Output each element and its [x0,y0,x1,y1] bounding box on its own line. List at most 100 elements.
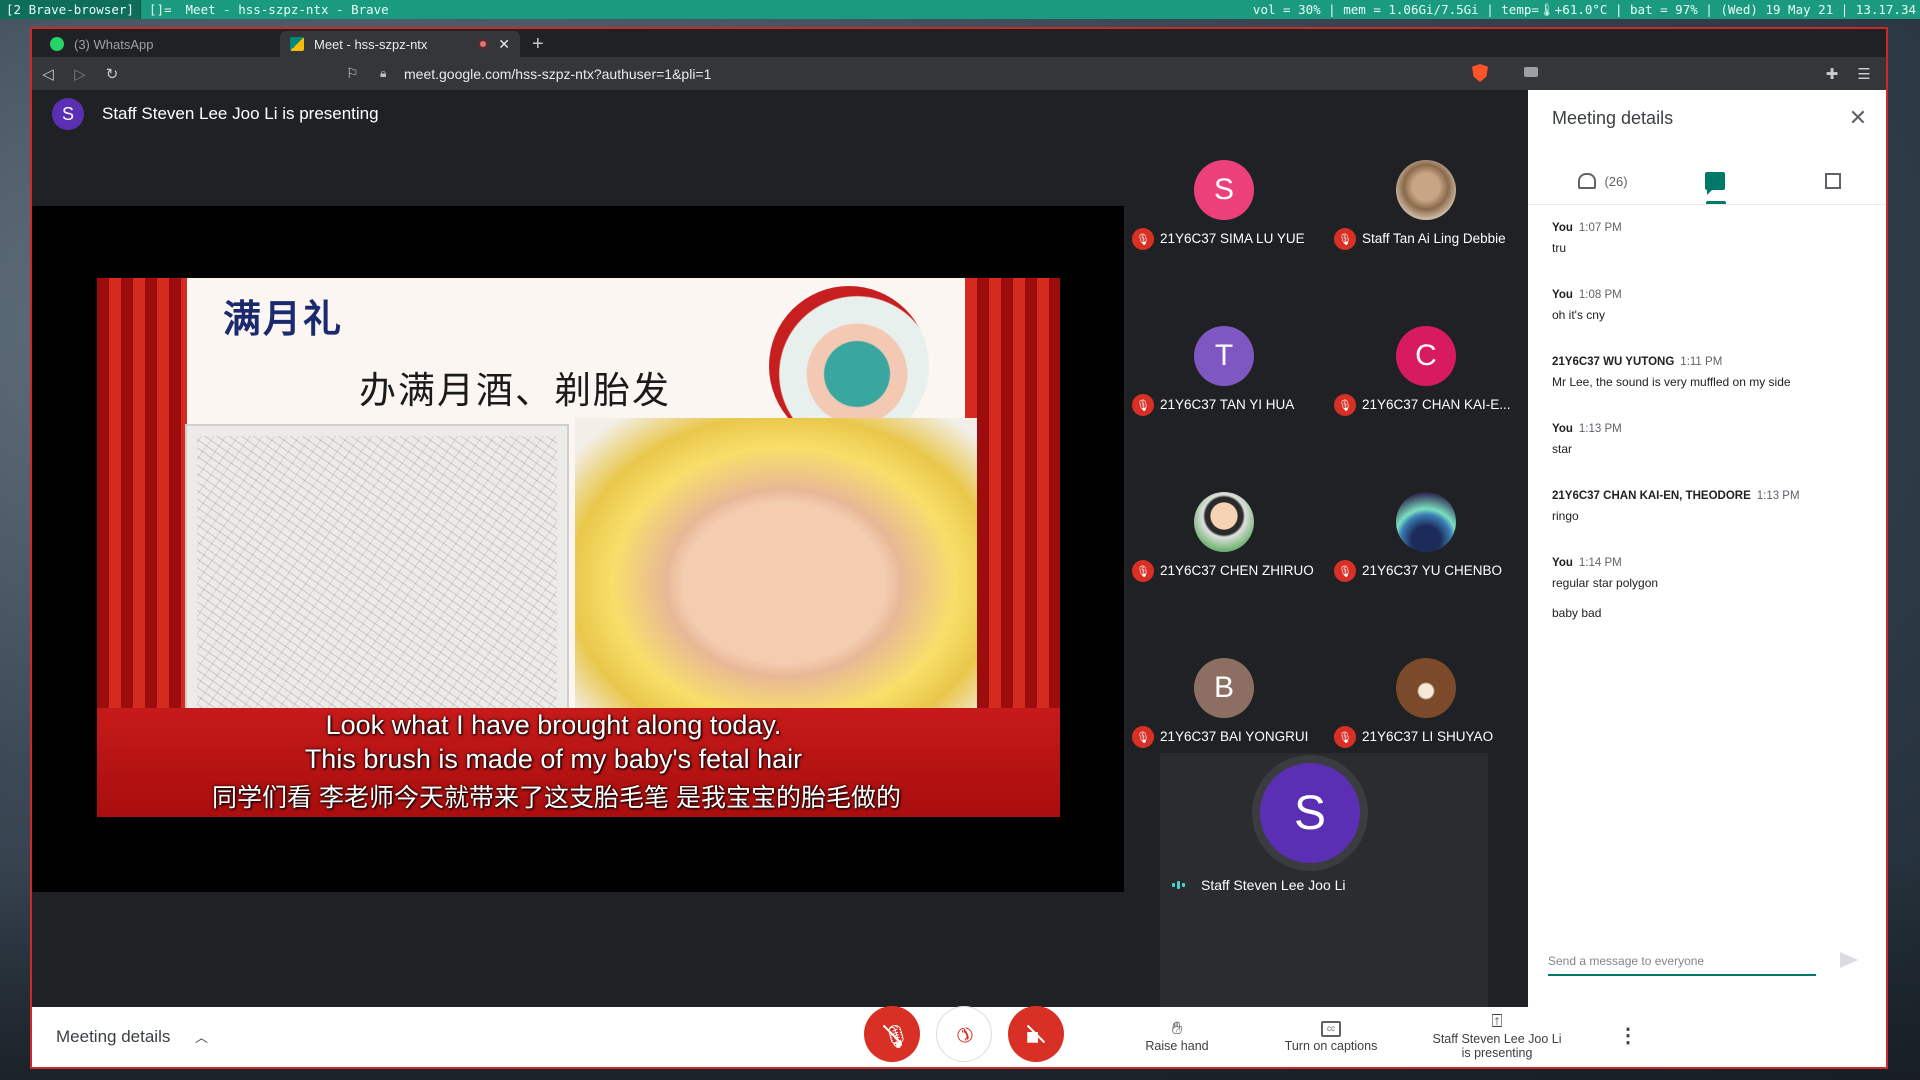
presentation-area[interactable]: 满月礼 办满月酒、剃胎发 Look what I have brought al… [32,206,1124,892]
self-tile[interactable]: S Staff Steven Lee Joo Li [1160,753,1488,1007]
menu-icon[interactable]: ☰ [1848,57,1880,90]
cat-avatar [1396,160,1456,220]
participant-name: 21Y6C37 CHEN ZHIRUO [1160,563,1314,578]
muted-mic-icon: 🎙︎ [1132,560,1154,582]
tab-meet[interactable]: Meet - hss-szpz-ntx ✕ [280,31,520,57]
send-icon[interactable] [1840,952,1858,968]
bear-avatar [1396,658,1456,718]
avatar: C [1396,326,1456,386]
captions-icon: cc [1321,1021,1341,1038]
muted-mic-icon: 🎙︎ [1334,394,1356,416]
chevron-up-icon[interactable]: ︿ [195,1027,208,1046]
participant-name: 21Y6C37 SIMA LU YUE [1160,231,1305,246]
participant-name: 21Y6C37 LI SHUYAO [1362,729,1494,744]
phone-hangup-icon: ✆ [949,1019,978,1048]
lock-icon[interactable]: 🔒︎ [380,66,394,81]
msg-sender: You [1552,222,1573,234]
browser-window: (3) WhatsApp Meet - hss-szpz-ntx ✕ + ◁ ▷… [30,27,1888,1069]
participant-tile[interactable]: 🎙︎ Staff Tan Ai Ling Debbie [1326,138,1526,303]
chat-message: 21Y6C37 WU YUTONG 1:11 PM Mr Lee, the sou… [1552,354,1872,390]
panel-title: Meeting details [1552,108,1674,128]
bookmark-icon[interactable]: ⚐ [346,65,359,82]
chat-message: You 1:14 PM regular star polygon baby bad [1552,555,1658,621]
participant-name: 21Y6C37 TAN YI HUA [1160,397,1295,412]
participant-tile[interactable]: C 🎙︎ 21Y6C37 CHAN KAI-E... [1326,304,1526,469]
participant-tile[interactable]: T 🎙︎ 21Y6C37 TAN YI HUA [1124,304,1324,469]
muted-mic-icon: 🎙︎ [1334,228,1356,250]
chat-icon [1705,172,1725,195]
msg-sender: You [1552,423,1573,435]
meet-icon [290,37,304,51]
meeting-details-button[interactable]: Meeting details [56,1027,170,1047]
panel-tabs: (26) [1528,158,1886,205]
recording-icon [478,39,489,49]
leave-call-button[interactable]: ✆ [936,1006,992,1062]
participant-name: 21Y6C37 BAI YONGRUI [1160,729,1309,744]
captions-button[interactable]: cc Turn on captions [1266,1017,1396,1053]
forward-button[interactable]: ▷ [64,57,96,90]
tab-label: (3) WhatsApp [74,36,154,52]
reload-button[interactable]: ↻ [96,57,128,90]
more-options-icon[interactable]: ⋮ [1618,1023,1638,1048]
participant-grid: S 🎙︎ 21Y6C37 SIMA LU YUE 🎙︎ Staff Tan Ai… [1124,138,1526,800]
url-text[interactable]: meet.google.com/hss-szpz-ntx?authuser=1&… [404,66,711,82]
tab-strip: (3) WhatsApp Meet - hss-szpz-ntx ✕ + [32,29,1886,57]
aurora-avatar [1396,492,1456,552]
camera-in-use-icon[interactable] [1524,67,1538,77]
self-name: Staff Steven Lee Joo Li [1201,877,1346,893]
avatar: S [52,98,84,130]
msg-text: ringo [1552,509,1579,523]
msg-time: 1:13 PM [1756,490,1800,502]
avatar: T [1194,326,1254,386]
camera-toggle[interactable]: ■ [1008,1006,1064,1062]
raise-hand-button[interactable]: ✋︎ Raise hand [1122,1017,1232,1053]
muted-mic-icon: 🎙︎ [1334,560,1356,582]
muted-mic-icon: 🎙︎ [1334,726,1356,748]
wm-layout[interactable]: []= [141,0,180,19]
presenter-text: Staff Steven Lee Joo Li is presenting [102,104,379,123]
avatar: S [1260,763,1360,863]
msg-text: regular star polygon [1552,576,1659,590]
chat-input[interactable] [1548,950,1816,972]
close-icon[interactable]: ✕ [1844,104,1872,132]
meeting-details-panel: Meeting details ✕ (26) You 1:07 PM tru Y… [1528,90,1886,1007]
chat-message: You 1:07 PM tru [1552,220,1622,256]
tab-whatsapp[interactable]: (3) WhatsApp [40,31,280,57]
chat-compose [1548,950,1816,976]
close-tab-icon[interactable]: ✕ [498,36,510,53]
muted-mic-icon: 🎙︎ [1132,228,1154,250]
wm-tag[interactable]: [2 Brave-browser] [0,0,141,19]
hand-icon: ✋︎ [1171,1018,1183,1038]
tab-chat[interactable] [1680,158,1750,204]
participant-name: Staff Tan Ai Ling Debbie [1362,231,1506,246]
people-count: (26) [1604,173,1628,189]
participant-name: 21Y6C37 YU CHENBO [1362,563,1503,578]
participant-tile[interactable]: 🎙︎ 21Y6C37 CHEN ZHIRUO [1124,470,1324,635]
people-icon [1578,173,1597,189]
meeting-stage: S Staff Steven Lee Joo Li is presenting … [32,90,1526,1007]
msg-text: Mr Lee, the sound is very muffled on my … [1552,375,1791,389]
chat-message: You 1:13 PM star [1552,421,1622,457]
avatar: S [1194,160,1254,220]
back-button[interactable]: ◁ [32,57,64,90]
extensions-icon[interactable]: ✚ [1816,57,1848,90]
present-button[interactable]: ⍐ Staff Steven Lee Joo Li is presenting [1418,1010,1576,1060]
meet-app: S Staff Steven Lee Joo Li is presenting … [32,90,1886,1067]
tab-activities[interactable] [1798,158,1868,204]
tab-people[interactable]: (26) [1558,158,1648,204]
audio-level-icon [1172,880,1190,890]
slide-sketch-image [185,424,569,724]
new-tab-button[interactable]: + [520,31,556,57]
msg-sender: You [1552,557,1573,569]
microphone-toggle[interactable]: 🎙︎ [864,1006,920,1062]
presenter-banner: S Staff Steven Lee Joo Li is presenting [52,98,379,130]
address-bar[interactable]: ⚐ 🔒︎ meet.google.com/hss-szpz-ntx?authus… [346,61,1538,86]
participant-tile[interactable]: 🎙︎ 21Y6C37 YU CHENBO [1326,470,1526,635]
present-label: is presenting [1461,1046,1533,1060]
participant-tile[interactable]: S 🎙︎ 21Y6C37 SIMA LU YUE [1124,138,1324,303]
msg-time: 1:08 PM [1578,289,1622,301]
msg-text: oh it's cny [1552,308,1605,322]
msg-sender: 21Y6C37 CHAN KAI-EN, THEODORE [1552,490,1751,502]
msg-time: 1:14 PM [1578,557,1622,569]
chat-message: You 1:08 PM oh it's cny [1552,287,1622,323]
